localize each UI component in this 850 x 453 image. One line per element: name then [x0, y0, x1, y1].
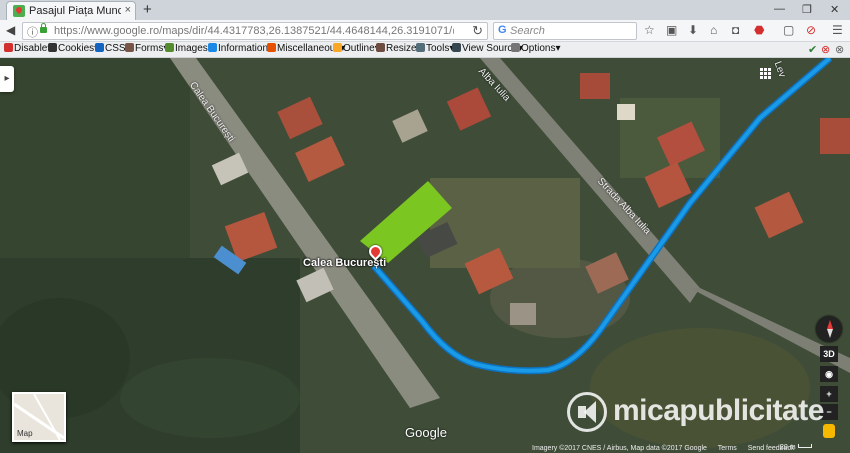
- my-location-icon[interactable]: ◉: [820, 366, 838, 382]
- search-placeholder: Search: [510, 25, 545, 37]
- back-arrow-icon[interactable]: ◀: [6, 23, 15, 37]
- terms-link[interactable]: Terms: [718, 445, 737, 452]
- menu-images[interactable]: Images▾: [165, 43, 213, 54]
- images-icon: [165, 43, 174, 52]
- cookies-icon: [48, 43, 57, 52]
- menu-tools[interactable]: Tools▾: [416, 43, 454, 54]
- view-source-icon: [452, 43, 461, 52]
- menu-cookies-label: Cookies▾: [58, 43, 100, 54]
- satellite-map[interactable]: ▸ Calea București Alba Iulia Strada Alba…: [0, 58, 850, 453]
- pegman-icon[interactable]: [823, 424, 835, 438]
- map-scale[interactable]: 20 m: [780, 444, 812, 451]
- menu-disable[interactable]: Disable▾: [4, 43, 52, 54]
- menu-forms[interactable]: Forms▾: [125, 43, 168, 54]
- browser-tab[interactable]: Pasajul Piața Muncii, Bucure ×: [6, 1, 136, 20]
- map-attribution: Imagery ©2017 CNES / Airbus, Map data ©2…: [532, 445, 803, 453]
- home-icon[interactable]: ⌂: [710, 23, 717, 37]
- resize-icon: [376, 43, 385, 52]
- google-search-icon: G: [498, 24, 507, 36]
- error-icon[interactable]: ⊗: [821, 43, 830, 56]
- 3d-toggle-button[interactable]: 3D: [820, 346, 838, 362]
- options-icon: [511, 43, 520, 52]
- menu-tools-label: Tools▾: [426, 43, 455, 54]
- scale-bar: [797, 444, 812, 448]
- menu-options[interactable]: Options▾: [511, 43, 560, 54]
- search-input[interactable]: G Search: [493, 22, 637, 40]
- side-panel-toggle[interactable]: ▸: [0, 66, 14, 92]
- menu-forms-label: Forms▾: [135, 43, 169, 54]
- scale-label: 20 m: [780, 444, 796, 451]
- miscellaneous-icon: [267, 43, 276, 52]
- imagery-credit: Imagery ©2017 CNES / Airbus, Map data ©2…: [532, 445, 707, 452]
- info-icon[interactable]: ⓘ: [27, 24, 38, 40]
- reload-icon[interactable]: ↻: [472, 23, 483, 39]
- close-window-button[interactable]: ✕: [830, 3, 839, 16]
- google-logo: Google: [405, 425, 447, 440]
- star-icon[interactable]: ☆: [644, 23, 655, 37]
- menu-options-label: Options▾: [521, 43, 561, 54]
- minimize-button[interactable]: —: [774, 3, 785, 15]
- tab-close-icon[interactable]: ×: [125, 4, 131, 16]
- browser-title-bar: Pasajul Piața Muncii, Bucure × + — ❐ ✕: [0, 0, 850, 20]
- map-type-label: Map: [17, 429, 33, 438]
- watermark-text: micapublicitate: [613, 394, 824, 427]
- download-icon[interactable]: ⬇: [688, 23, 698, 37]
- url-text[interactable]: https://www.google.ro/maps/dir/44.431778…: [54, 25, 454, 37]
- navigation-bar: ◀ ⓘ https://www.google.ro/maps/dir/44.43…: [0, 20, 850, 42]
- menu-outline[interactable]: Outline▾: [333, 43, 380, 54]
- url-bar[interactable]: ⓘ https://www.google.ro/maps/dir/44.4317…: [22, 22, 488, 40]
- pocket-icon[interactable]: ◘: [732, 23, 739, 37]
- disable-icon: [4, 43, 13, 52]
- adblock-icon[interactable]: ⬣: [754, 23, 764, 37]
- menu-information[interactable]: Information▾: [208, 43, 273, 54]
- screenshot-icon[interactable]: ▢: [783, 23, 794, 37]
- information-icon: [208, 43, 217, 52]
- css-icon: [95, 43, 104, 52]
- google-maps-favicon-icon: [13, 5, 25, 17]
- menu-resize[interactable]: Resize▾: [376, 43, 422, 54]
- maximize-button[interactable]: ❐: [802, 3, 812, 16]
- new-tab-button[interactable]: +: [143, 1, 152, 18]
- toolbar-close-icon[interactable]: ⊗: [835, 43, 844, 56]
- menu-information-label: Information▾: [218, 43, 274, 54]
- tools-icon: [416, 43, 425, 52]
- menu-outline-label: Outline▾: [343, 43, 380, 54]
- menu-cookies[interactable]: Cookies▾: [48, 43, 99, 54]
- lock-icon: [40, 23, 47, 33]
- tab-title: Pasajul Piața Muncii, Bucure: [29, 5, 121, 17]
- megaphone-icon: [567, 392, 607, 432]
- block-icon[interactable]: ⊘: [806, 23, 816, 37]
- compass-icon[interactable]: [816, 316, 842, 342]
- map-type-toggle[interactable]: Map: [12, 392, 66, 442]
- web-developer-toolbar: Disable▾ Cookies▾ CSS▾ Forms▾ Images▾ In…: [0, 42, 850, 58]
- apps-grid-icon[interactable]: [760, 68, 772, 80]
- outline-icon: [333, 43, 342, 52]
- forms-icon: [125, 43, 134, 52]
- validation-ok-icon[interactable]: ✔: [808, 43, 817, 56]
- reading-list-icon[interactable]: ▣: [666, 23, 677, 37]
- menu-disable-label: Disable▾: [14, 43, 53, 54]
- menu-icon[interactable]: ☰: [832, 23, 843, 37]
